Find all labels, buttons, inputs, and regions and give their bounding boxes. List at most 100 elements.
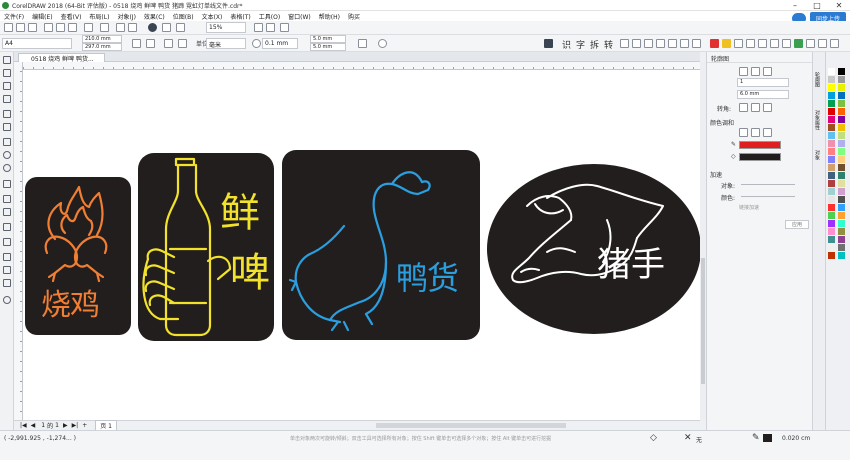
ungroup-icon[interactable]	[668, 39, 677, 48]
corner-round-icon[interactable]	[751, 103, 760, 112]
palette-swatch[interactable]	[828, 228, 835, 235]
sign-fresh-beer[interactable]: 鲜 啤	[138, 153, 274, 341]
add-tool-icon[interactable]	[3, 296, 11, 304]
treat-as-filled-icon[interactable]	[358, 39, 367, 48]
contour-offset-field[interactable]: 6.0 mm	[737, 90, 789, 99]
palette-swatch[interactable]	[828, 68, 835, 75]
apply-button[interactable]: 应用	[785, 220, 809, 229]
interactive-fill-icon[interactable]	[3, 266, 11, 274]
counter-blend-icon[interactable]	[763, 128, 772, 137]
units-select[interactable]: 毫米	[206, 38, 246, 49]
palette-swatch[interactable]	[828, 212, 835, 219]
contour-steps-field[interactable]: 1	[737, 78, 789, 87]
align-icon[interactable]	[620, 39, 629, 48]
palette-swatch[interactable]	[838, 220, 845, 227]
distribute-icon[interactable]	[632, 39, 641, 48]
palette-swatch[interactable]	[838, 228, 845, 235]
plugin-dots-icon[interactable]	[806, 39, 815, 48]
eyedropper-icon[interactable]	[3, 253, 11, 261]
menu-file[interactable]: 文件(F)	[4, 12, 24, 21]
palette-swatch[interactable]	[828, 220, 835, 227]
palette-swatch[interactable]	[838, 100, 845, 107]
palette-swatch[interactable]	[838, 204, 845, 211]
nudge-distance-field[interactable]: 0.1 mm	[262, 38, 298, 49]
palette-swatch[interactable]	[828, 204, 835, 211]
menu-bitmaps[interactable]: 位图(B)	[173, 12, 194, 21]
menu-text[interactable]: 文本(X)	[202, 12, 223, 21]
fill-color-swatch[interactable]	[739, 153, 781, 161]
palette-swatch[interactable]	[828, 92, 835, 99]
text-tool-1[interactable]: 识	[562, 38, 571, 51]
link-accel-checkbox[interactable]: 链接加速	[739, 204, 759, 211]
corner-bevel-icon[interactable]	[763, 103, 772, 112]
text-tool-4[interactable]: 转	[604, 38, 613, 51]
fullscreen-icon[interactable]	[162, 23, 171, 32]
palette-swatch[interactable]	[828, 244, 835, 251]
contour-to-center-icon[interactable]	[739, 67, 748, 76]
corel-connect-icon[interactable]	[148, 23, 157, 32]
palette-swatch[interactable]	[838, 252, 845, 259]
portrait-icon[interactable]	[132, 39, 141, 48]
palette-swatch[interactable]	[838, 108, 845, 115]
palette-swatch[interactable]	[828, 180, 835, 187]
minimize-button[interactable]: –	[784, 0, 806, 11]
palette-swatch[interactable]	[838, 244, 845, 251]
plugin-green-icon[interactable]	[794, 39, 803, 48]
plugin-more-icon[interactable]	[830, 39, 839, 48]
palette-swatch[interactable]	[828, 236, 835, 243]
connector-tool-icon[interactable]	[3, 208, 11, 216]
horizontal-ruler[interactable]	[23, 62, 700, 70]
palette-swatch[interactable]	[828, 124, 835, 131]
shape-tool-icon[interactable]	[3, 69, 11, 77]
polygon-tool-icon[interactable]	[3, 164, 11, 172]
drawing-canvas[interactable]: 烧鸡 鲜 啤 鸭货 猪手	[23, 70, 700, 420]
palette-swatch[interactable]	[838, 148, 845, 155]
plugin-tag-icon[interactable]	[782, 39, 791, 48]
zoom-icon[interactable]	[176, 23, 185, 32]
transparency-icon[interactable]	[3, 238, 11, 246]
palette-swatch[interactable]	[838, 236, 845, 243]
document-tab[interactable]: 0518 烧鸡 鲜啤 鸭货...	[18, 53, 105, 63]
drop-shadow-icon[interactable]	[3, 223, 11, 231]
undo-icon[interactable]	[84, 23, 93, 32]
menu-buy[interactable]: 购买	[348, 12, 360, 21]
sign-duck[interactable]: 鸭货	[282, 150, 480, 340]
break-apart-icon[interactable]	[692, 39, 701, 48]
artistic-media-icon[interactable]	[3, 123, 11, 131]
plugin-arrow-icon[interactable]	[818, 39, 827, 48]
corner-miter-icon[interactable]	[739, 103, 748, 112]
palette-swatch[interactable]	[838, 92, 845, 99]
snap-to-icon[interactable]	[254, 23, 263, 32]
palette-swatch[interactable]	[838, 124, 845, 131]
menu-table[interactable]: 表格(T)	[230, 12, 250, 21]
plugin-list-icon[interactable]	[770, 39, 779, 48]
text-tool-2[interactable]: 字	[576, 38, 585, 51]
palette-swatch[interactable]	[828, 196, 835, 203]
palette-swatch[interactable]	[838, 132, 845, 139]
prev-page-icon[interactable]: ◀	[31, 422, 36, 429]
contour-outside-icon[interactable]	[763, 67, 772, 76]
palette-swatch[interactable]	[828, 156, 835, 163]
freehand-tool-icon[interactable]	[3, 110, 11, 118]
crop-tool-icon[interactable]	[3, 82, 11, 90]
palette-swatch[interactable]	[828, 188, 835, 195]
palette-swatch[interactable]	[828, 76, 835, 83]
docker-tab-object-properties[interactable]: 对象属性	[814, 110, 821, 130]
add-page-icon[interactable]: +	[82, 422, 87, 429]
plugin-grid-icon[interactable]	[734, 39, 743, 48]
text-tool-icon[interactable]	[544, 39, 553, 48]
vertical-scroll-thumb[interactable]	[701, 258, 705, 384]
vertical-ruler[interactable]	[14, 62, 23, 420]
rectangle-tool-icon[interactable]	[3, 138, 11, 146]
palette-swatch[interactable]	[838, 68, 845, 75]
palette-swatch[interactable]	[828, 172, 835, 179]
palette-swatch[interactable]	[838, 180, 845, 187]
palette-swatch[interactable]	[828, 148, 835, 155]
open-icon[interactable]	[16, 23, 25, 32]
redo-icon[interactable]	[100, 23, 109, 32]
menu-edit[interactable]: 编辑(E)	[32, 12, 52, 21]
next-page-icon[interactable]: ▶	[63, 422, 68, 429]
zoom-level-field[interactable]: 15%	[206, 22, 246, 33]
docker-tab-objects[interactable]: 对象	[814, 150, 821, 160]
menu-layout[interactable]: 布局(L)	[89, 12, 109, 21]
